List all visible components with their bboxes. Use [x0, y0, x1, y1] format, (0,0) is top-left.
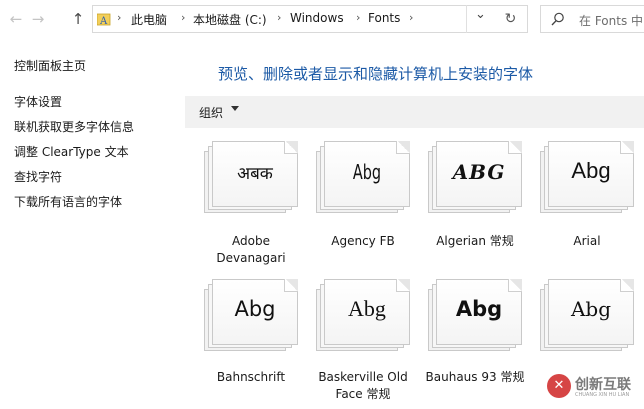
chevron-down-icon: ⌄ [475, 7, 486, 22]
breadcrumb-this-pc[interactable]: 此电脑 [131, 11, 167, 28]
back-button[interactable]: ← [7, 9, 25, 29]
font-name-label: Agency FB [331, 234, 395, 248]
font-sample: Abg [234, 297, 276, 321]
sidebar-item-find-character[interactable]: 查找字符 [14, 168, 62, 185]
page-title: 预览、删除或者显示和隐藏计算机上安装的字体 [218, 65, 534, 83]
address-history-dropdown[interactable]: ⌄ [466, 5, 494, 33]
font-sample: Abg [348, 296, 386, 321]
sidebar-item-adjust-cleartype[interactable]: 调整 ClearType 文本 [14, 143, 129, 160]
caret-down-icon [231, 106, 239, 111]
font-folder-icon: A [97, 13, 111, 26]
breadcrumb-separator: › [117, 11, 122, 24]
font-file-icon: Abg [204, 279, 298, 351]
font-sample: ABG [452, 160, 506, 184]
font-sample: Abg [352, 160, 382, 184]
sidebar-item-get-more-font-info[interactable]: 联机获取更多字体信息 [14, 118, 134, 135]
forward-arrow-icon: → [31, 10, 45, 28]
font-file-icon: ABG [428, 141, 522, 213]
breadcrumb-separator[interactable]: › [277, 11, 281, 24]
font-file-icon: Abg [540, 141, 634, 213]
watermark-subtext: CHUANG XIN HU LIAN [575, 392, 630, 398]
sidebar-item-font-settings[interactable]: 字体设置 [14, 93, 62, 110]
font-name-label: Adobe Devanagari [216, 234, 286, 265]
font-name-label: Baskerville Old Face 常规 [318, 370, 408, 401]
font-file-icon: Abg [540, 279, 634, 351]
breadcrumb-windows[interactable]: Windows [290, 11, 344, 25]
font-name-label: Bauhaus 93 常规 [425, 370, 525, 384]
font-sample: अबक [237, 164, 273, 184]
font-name-label: Arial [573, 234, 601, 248]
breadcrumb-separator[interactable]: › [356, 11, 360, 24]
address-toolbar: ← → ↑ A › 此电脑 › 本地磁盘 (C:) › Windows › Fo… [0, 0, 644, 38]
font-sample: Abg [455, 297, 503, 321]
breadcrumb-fonts[interactable]: Fonts [368, 11, 400, 25]
watermark-text: 创新互联 [575, 377, 631, 393]
search-icon [551, 12, 564, 26]
refresh-button[interactable]: ↻ [494, 5, 528, 33]
breadcrumb-separator[interactable]: › [181, 11, 185, 24]
organize-menu-button[interactable]: 组织 [199, 104, 223, 121]
brand-logo-icon: ✕ [547, 374, 571, 398]
font-sample: Abg [570, 297, 612, 321]
watermark-logo: ✕ 创新互联 CHUANG XIN HU LIAN [547, 372, 644, 402]
forward-button[interactable]: → [29, 9, 47, 29]
search-input[interactable]: 在 Fonts 中 [579, 12, 643, 29]
back-arrow-icon: ← [9, 10, 23, 28]
sidebar-item-control-panel-home[interactable]: 控制面板主页 [14, 57, 86, 74]
font-file-icon: Abg [316, 279, 410, 351]
font-sample: Abg [571, 158, 611, 183]
font-file-icon: Abg [316, 141, 410, 213]
address-bar[interactable]: A › 此电脑 › 本地磁盘 (C:) › Windows › Fonts › [92, 5, 528, 33]
refresh-icon: ↻ [504, 11, 517, 27]
font-file-icon: Abg [428, 279, 522, 351]
search-box[interactable]: 在 Fonts 中 [540, 5, 644, 33]
font-name-label: Algerian 常规 [436, 234, 514, 248]
svg-text:A: A [99, 16, 108, 26]
breadcrumb-separator[interactable]: › [409, 11, 413, 24]
sidebar-item-download-all-fonts[interactable]: 下载所有语言的字体 [14, 193, 122, 210]
command-bar: 组织 [185, 96, 644, 128]
font-file-icon: अबक [204, 141, 298, 213]
breadcrumb-local-disk[interactable]: 本地磁盘 (C:) [193, 11, 267, 28]
up-button[interactable]: ↑ [69, 9, 87, 29]
up-arrow-icon: ↑ [71, 10, 85, 28]
font-name-label: Bahnschrift [216, 370, 286, 384]
